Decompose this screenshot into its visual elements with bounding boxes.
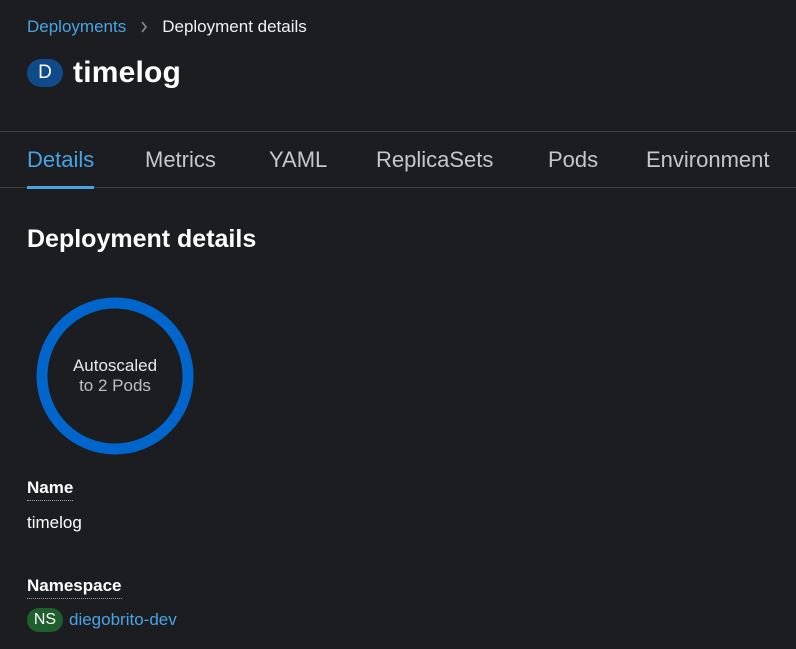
namespace-value: NS diegobrito-dev [27,608,177,632]
name-label: Name [27,478,74,501]
tab-metrics[interactable]: Metrics [145,132,216,188]
page-title: timelog [73,56,182,89]
name-value: timelog [27,513,82,532]
namespace-badge: NS [27,608,63,632]
pod-ring-count: to 2 Pods [79,376,151,395]
namespace-link[interactable]: diegobrito-dev [69,610,177,630]
section-title: Deployment details [27,225,257,253]
tab-replicasets[interactable]: ReplicaSets [376,132,493,188]
deployment-details-page: Deployments Deployment details D timelog… [0,0,796,649]
deployment-badge: D [27,59,63,87]
tab-environment[interactable]: Environment [646,132,770,188]
tab-pods[interactable]: Pods [548,132,598,188]
tab-details[interactable]: Details [27,132,95,189]
breadcrumb: Deployments Deployment details [27,17,307,37]
pod-ring-label: Autoscaled to 2 Pods [36,297,194,455]
pod-ring-status: Autoscaled [72,356,158,375]
breadcrumb-deployments-link[interactable]: Deployments [27,17,126,37]
breadcrumb-current: Deployment details [162,17,307,36]
tab-bar: Details Metrics YAML ReplicaSets Pods En… [0,131,796,189]
namespace-label: Namespace [27,576,122,599]
page-header: D timelog [27,56,181,90]
tab-yaml[interactable]: YAML [269,132,327,188]
chevron-right-icon [140,21,148,33]
